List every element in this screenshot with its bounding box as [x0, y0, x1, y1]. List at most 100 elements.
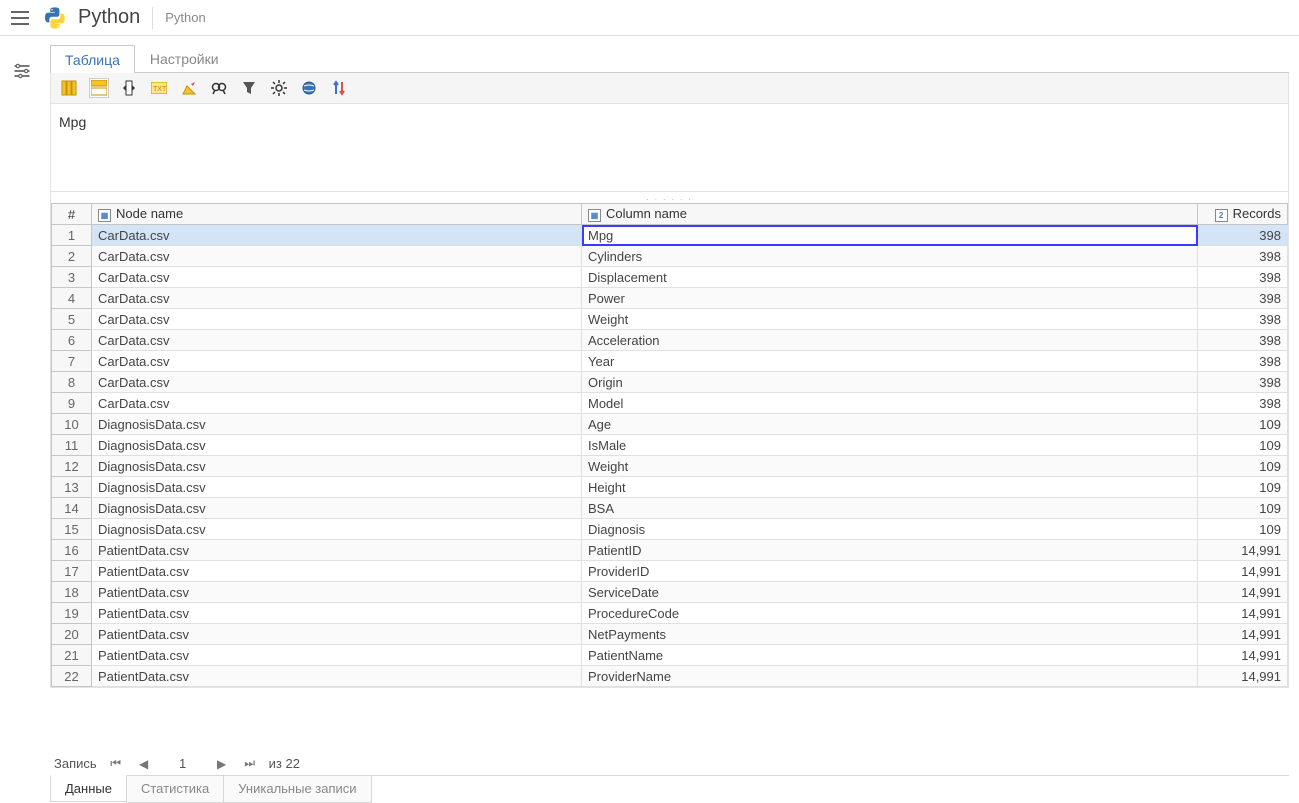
- table-row[interactable]: 20PatientData.csvNetPayments14,991: [52, 624, 1288, 645]
- table-row[interactable]: 4CarData.csvPower398: [52, 288, 1288, 309]
- cell-node-name[interactable]: CarData.csv: [92, 246, 582, 267]
- cell-records[interactable]: 14,991: [1198, 645, 1288, 666]
- export-icon[interactable]: [179, 78, 199, 98]
- columns-icon[interactable]: [59, 78, 79, 98]
- cell-node-name[interactable]: DiagnosisData.csv: [92, 498, 582, 519]
- cell-records[interactable]: 109: [1198, 498, 1288, 519]
- cell-node-name[interactable]: CarData.csv: [92, 330, 582, 351]
- bottom-tab-stats[interactable]: Статистика: [126, 776, 224, 803]
- details-icon[interactable]: [89, 78, 109, 98]
- cell-column-name[interactable]: Weight: [582, 456, 1198, 477]
- cell-records[interactable]: 109: [1198, 519, 1288, 540]
- cell-node-name[interactable]: PatientData.csv: [92, 645, 582, 666]
- cell-node-name[interactable]: PatientData.csv: [92, 561, 582, 582]
- cell-node-name[interactable]: PatientData.csv: [92, 666, 582, 687]
- cell-node-name[interactable]: CarData.csv: [92, 393, 582, 414]
- table-row[interactable]: 12DiagnosisData.csvWeight109: [52, 456, 1288, 477]
- cell-column-name[interactable]: PatientID: [582, 540, 1198, 561]
- table-row[interactable]: 18PatientData.csvServiceDate14,991: [52, 582, 1288, 603]
- table-row[interactable]: 7CarData.csvYear398: [52, 351, 1288, 372]
- cell-node-name[interactable]: PatientData.csv: [92, 624, 582, 645]
- header-records[interactable]: 2Records: [1198, 204, 1288, 225]
- cell-column-name[interactable]: ProcedureCode: [582, 603, 1198, 624]
- cell-column-name[interactable]: Age: [582, 414, 1198, 435]
- header-node-name[interactable]: ▦Node name: [92, 204, 582, 225]
- cell-node-name[interactable]: PatientData.csv: [92, 540, 582, 561]
- table-row[interactable]: 6CarData.csvAcceleration398: [52, 330, 1288, 351]
- cell-node-name[interactable]: DiagnosisData.csv: [92, 435, 582, 456]
- cell-records[interactable]: 398: [1198, 225, 1288, 246]
- cell-records[interactable]: 14,991: [1198, 666, 1288, 687]
- cell-records[interactable]: 398: [1198, 351, 1288, 372]
- cell-column-name[interactable]: Power: [582, 288, 1198, 309]
- cell-node-name[interactable]: DiagnosisData.csv: [92, 414, 582, 435]
- cell-node-name[interactable]: CarData.csv: [92, 372, 582, 393]
- sliders-icon[interactable]: [12, 61, 32, 81]
- cell-node-name[interactable]: CarData.csv: [92, 309, 582, 330]
- cell-records[interactable]: 398: [1198, 309, 1288, 330]
- cell-node-name[interactable]: DiagnosisData.csv: [92, 519, 582, 540]
- cell-records[interactable]: 14,991: [1198, 603, 1288, 624]
- cell-records[interactable]: 398: [1198, 330, 1288, 351]
- cell-column-name[interactable]: BSA: [582, 498, 1198, 519]
- table-row[interactable]: 14DiagnosisData.csvBSA109: [52, 498, 1288, 519]
- cell-records[interactable]: 109: [1198, 414, 1288, 435]
- table-row[interactable]: 9CarData.csvModel398: [52, 393, 1288, 414]
- sort-icon[interactable]: [329, 78, 349, 98]
- cell-records[interactable]: 398: [1198, 393, 1288, 414]
- menu-button[interactable]: [8, 6, 32, 30]
- cell-column-name[interactable]: Model: [582, 393, 1198, 414]
- table-row[interactable]: 22PatientData.csvProviderName14,991: [52, 666, 1288, 687]
- cell-records[interactable]: 398: [1198, 267, 1288, 288]
- table-row[interactable]: 11DiagnosisData.csvIsMale109: [52, 435, 1288, 456]
- table-row[interactable]: 3CarData.csvDisplacement398: [52, 267, 1288, 288]
- cell-node-name[interactable]: PatientData.csv: [92, 603, 582, 624]
- cell-records[interactable]: 14,991: [1198, 624, 1288, 645]
- cell-records[interactable]: 398: [1198, 246, 1288, 267]
- cell-column-name[interactable]: Cylinders: [582, 246, 1198, 267]
- cell-column-name[interactable]: Mpg: [582, 225, 1198, 246]
- cell-node-name[interactable]: CarData.csv: [92, 288, 582, 309]
- cell-column-name[interactable]: Origin: [582, 372, 1198, 393]
- table-row[interactable]: 19PatientData.csvProcedureCode14,991: [52, 603, 1288, 624]
- cell-records[interactable]: 109: [1198, 456, 1288, 477]
- tab-settings[interactable]: Настройки: [135, 44, 234, 72]
- table-row[interactable]: 16PatientData.csvPatientID14,991: [52, 540, 1288, 561]
- find-icon[interactable]: [209, 78, 229, 98]
- table-row[interactable]: 17PatientData.csvProviderID14,991: [52, 561, 1288, 582]
- cell-column-name[interactable]: Displacement: [582, 267, 1198, 288]
- table-row[interactable]: 1CarData.csvMpg398: [52, 225, 1288, 246]
- cell-node-name[interactable]: CarData.csv: [92, 225, 582, 246]
- cell-column-name[interactable]: Diagnosis: [582, 519, 1198, 540]
- cell-column-name[interactable]: IsMale: [582, 435, 1198, 456]
- fit-width-icon[interactable]: [119, 78, 139, 98]
- bottom-tab-unique[interactable]: Уникальные записи: [223, 776, 371, 803]
- cell-records[interactable]: 14,991: [1198, 540, 1288, 561]
- cell-column-name[interactable]: Acceleration: [582, 330, 1198, 351]
- pager-last[interactable]: ⏭: [241, 756, 259, 771]
- table-row[interactable]: 2CarData.csvCylinders398: [52, 246, 1288, 267]
- pager-next[interactable]: ▶: [213, 757, 231, 771]
- cell-records[interactable]: 398: [1198, 288, 1288, 309]
- cell-column-name[interactable]: Height: [582, 477, 1198, 498]
- cell-column-name[interactable]: Weight: [582, 309, 1198, 330]
- globe-icon[interactable]: [299, 78, 319, 98]
- pager-current[interactable]: 1: [163, 756, 203, 771]
- table-row[interactable]: 10DiagnosisData.csvAge109: [52, 414, 1288, 435]
- filter-icon[interactable]: [239, 78, 259, 98]
- table-row[interactable]: 8CarData.csvOrigin398: [52, 372, 1288, 393]
- cell-records[interactable]: 109: [1198, 435, 1288, 456]
- table-row[interactable]: 21PatientData.csvPatientName14,991: [52, 645, 1288, 666]
- cell-column-name[interactable]: ProviderID: [582, 561, 1198, 582]
- cell-column-name[interactable]: ProviderName: [582, 666, 1198, 687]
- resize-grip[interactable]: . . . . . .: [50, 192, 1289, 203]
- cell-records[interactable]: 14,991: [1198, 582, 1288, 603]
- text-icon[interactable]: TXT: [149, 78, 169, 98]
- header-column-name[interactable]: ▦Column name: [582, 204, 1198, 225]
- cell-records[interactable]: 398: [1198, 372, 1288, 393]
- cell-column-name[interactable]: Year: [582, 351, 1198, 372]
- cell-node-name[interactable]: CarData.csv: [92, 351, 582, 372]
- pager-prev[interactable]: ◀: [135, 757, 153, 771]
- cell-records[interactable]: 109: [1198, 477, 1288, 498]
- header-index[interactable]: #: [52, 204, 92, 225]
